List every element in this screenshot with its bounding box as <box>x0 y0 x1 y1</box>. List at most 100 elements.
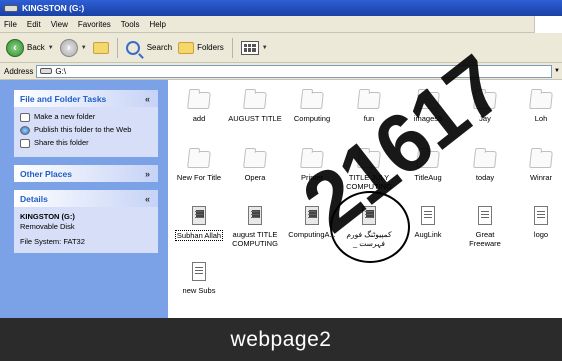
views-button[interactable]: ▼ <box>240 40 268 55</box>
drive-name: KINGSTON (G:) <box>20 212 75 221</box>
windows-logo-area <box>534 16 562 33</box>
document-icon <box>421 206 435 225</box>
folder-icon <box>357 151 381 168</box>
task-pane: File and Folder Tasks « Make a new folde… <box>0 80 168 318</box>
drive-icon <box>4 4 18 12</box>
folder-item[interactable]: today <box>454 151 516 182</box>
item-label: august TITLE COMPUTING <box>232 230 278 248</box>
panel-body: Make a new folder Publish this folder to… <box>14 107 158 157</box>
item-label: AUGUST TITLE <box>228 114 282 123</box>
share-icon <box>20 139 30 148</box>
file-item[interactable]: Subhan Allah <box>168 206 230 241</box>
item-label: AugLink <box>414 230 442 239</box>
file-folder-tasks-panel: File and Folder Tasks « Make a new folde… <box>14 90 158 157</box>
folders-label: Folders <box>197 43 224 52</box>
item-label: Loh <box>534 114 548 123</box>
document-icon <box>478 206 492 225</box>
panel-title: Other Places <box>20 168 72 179</box>
address-value: G:\ <box>55 66 67 76</box>
item-label: ComputingA... <box>288 230 336 239</box>
document-icon <box>534 206 548 225</box>
folder-icon <box>300 151 324 168</box>
folder-icon <box>529 151 553 168</box>
panel-header[interactable]: Details « <box>14 190 158 207</box>
folder-item[interactable]: Printer <box>281 151 343 182</box>
chevron-down-icon[interactable]: ▼ <box>81 45 87 51</box>
item-label: Subhan Allah <box>174 230 224 241</box>
up-button[interactable] <box>92 41 109 54</box>
search-label: Search <box>146 43 173 52</box>
folders-button[interactable]: Folders <box>178 41 224 54</box>
file-item[interactable]: new Subs <box>168 262 230 295</box>
item-label: add <box>192 114 206 123</box>
folder-item[interactable]: Opera <box>224 151 286 182</box>
folder-icon <box>187 151 211 168</box>
menu-file[interactable]: File <box>4 20 17 29</box>
task-share-folder[interactable]: Share this folder <box>20 138 152 148</box>
folder-item[interactable]: Loh <box>510 92 562 123</box>
back-button[interactable]: ‹ Back ▼ <box>6 38 54 57</box>
menu-bar: File Edit View Favorites Tools Help <box>0 16 562 33</box>
folder-item[interactable]: TITLE JULY COMPUTING <box>338 151 400 191</box>
back-label: Back <box>27 43 45 52</box>
toolbar-separator <box>231 37 233 58</box>
task-label: Make a new folder <box>34 112 96 121</box>
folder-item[interactable]: AUGUST TITLE <box>224 92 286 123</box>
menu-tools[interactable]: Tools <box>121 20 140 29</box>
file-item[interactable]: august TITLE COMPUTING <box>224 206 286 248</box>
views-icon <box>240 40 259 55</box>
back-arrow-icon: ‹ <box>6 38 24 57</box>
folder-item[interactable]: add <box>168 92 230 123</box>
document-icon <box>248 206 262 225</box>
title-bar: KINGSTON (G:) <box>0 0 562 16</box>
task-label: Publish this folder to the Web <box>34 125 132 134</box>
drive-icon <box>40 68 53 74</box>
drive-type: Removable Disk <box>20 222 75 231</box>
menu-help[interactable]: Help <box>149 20 165 29</box>
folder-icon <box>473 92 497 109</box>
menu-edit[interactable]: Edit <box>27 20 41 29</box>
expand-icon[interactable]: » <box>145 169 150 179</box>
folder-icon <box>357 92 381 109</box>
address-bar: Address G:\ ▼ <box>0 63 562 80</box>
folder-item[interactable]: fun <box>338 92 400 123</box>
panel-header[interactable]: Other Places » <box>14 165 158 182</box>
item-label: TITLE JULY COMPUTING <box>346 173 392 191</box>
globe-icon <box>20 126 30 135</box>
task-publish-web[interactable]: Publish this folder to the Web <box>20 125 152 135</box>
collapse-icon[interactable]: « <box>145 94 150 104</box>
forward-button[interactable]: › ▼ <box>59 38 87 57</box>
folder-item[interactable]: Computing <box>281 92 343 123</box>
panel-title: Details <box>20 193 48 204</box>
folder-item[interactable]: TitleAug <box>397 151 459 182</box>
item-label: TitleAug <box>414 173 442 182</box>
chevron-down-icon[interactable]: ▼ <box>262 45 268 51</box>
item-label: New For Title <box>176 173 222 182</box>
panel-header[interactable]: File and Folder Tasks « <box>14 90 158 107</box>
other-places-panel: Other Places » <box>14 165 158 182</box>
item-label: images3 <box>413 114 443 123</box>
collapse-icon[interactable]: « <box>145 194 150 204</box>
search-button[interactable]: Search <box>125 40 173 55</box>
folder-item[interactable]: Jay <box>454 92 516 123</box>
folder-item[interactable]: Winrar <box>510 151 562 182</box>
address-input[interactable]: G:\ <box>36 64 552 78</box>
folders-icon <box>178 41 195 54</box>
task-label: Share this folder <box>34 138 89 147</box>
item-label: Winrar <box>529 173 553 182</box>
item-label: fun <box>363 114 375 123</box>
file-item[interactable]: logo <box>510 206 562 239</box>
folder-icon <box>300 92 324 109</box>
chevron-down-icon[interactable]: ▼ <box>48 45 54 51</box>
menu-view[interactable]: View <box>51 20 68 29</box>
item-label: Computing <box>293 114 331 123</box>
document-icon <box>192 262 206 281</box>
chevron-down-icon[interactable]: ▼ <box>552 65 562 78</box>
file-item[interactable]: Great Freeware <box>454 206 516 248</box>
window-title: KINGSTON (G:) <box>22 3 85 13</box>
menu-favorites[interactable]: Favorites <box>78 20 111 29</box>
toolbar-separator <box>116 37 118 58</box>
task-make-folder[interactable]: Make a new folder <box>20 112 152 122</box>
folder-item[interactable]: New For Title <box>168 151 230 182</box>
folder-item[interactable]: images3 <box>397 92 459 123</box>
